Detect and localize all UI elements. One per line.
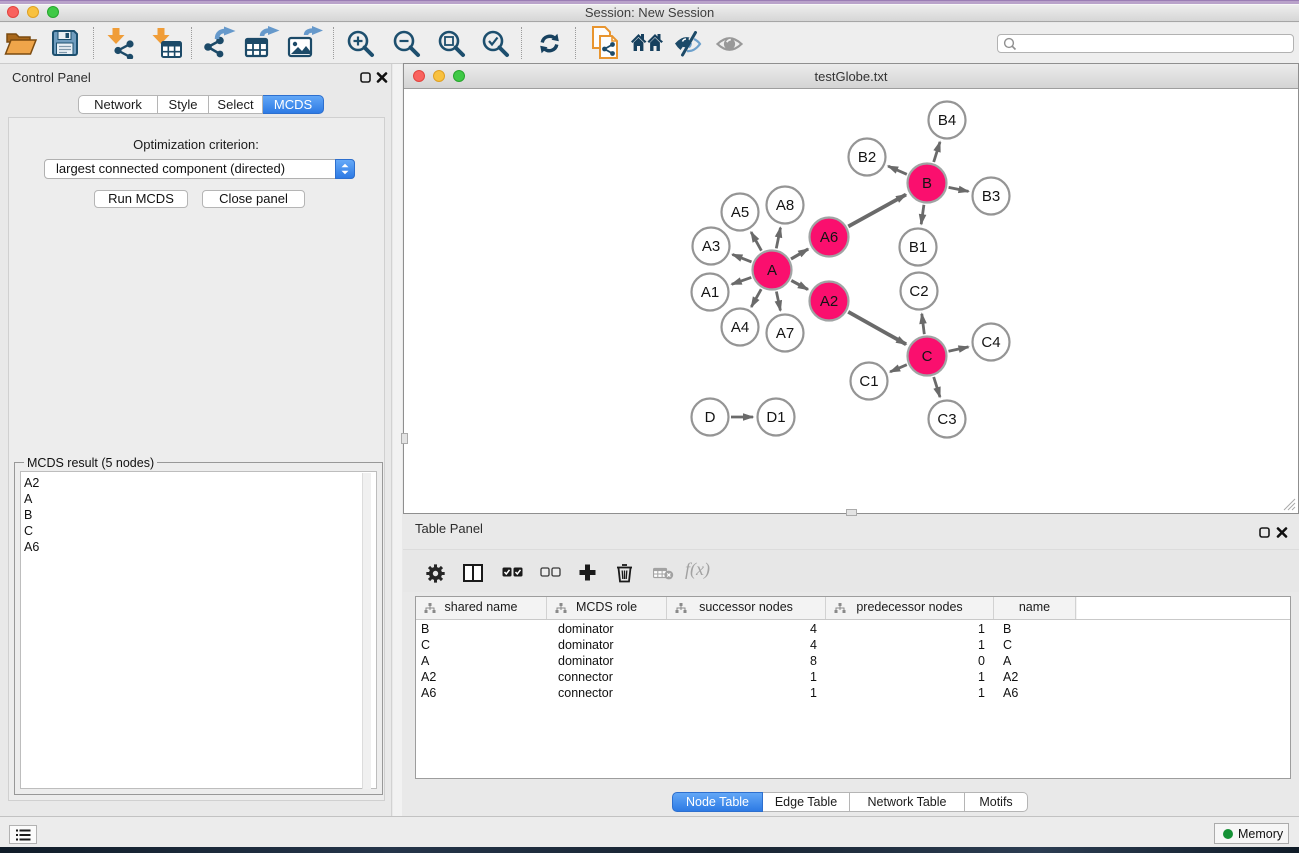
svg-text:C: C [922,348,933,365]
svg-text:C4: C4 [981,334,1000,351]
svg-text:A6: A6 [820,229,838,246]
svg-text:C3: C3 [937,411,956,428]
svg-text:D1: D1 [766,409,785,426]
svg-text:B4: B4 [938,112,956,129]
svg-text:A3: A3 [702,238,720,255]
svg-text:B1: B1 [909,239,927,256]
svg-text:C1: C1 [859,373,878,390]
svg-text:A5: A5 [731,204,749,221]
svg-text:C2: C2 [909,283,928,300]
svg-text:A4: A4 [731,319,749,336]
svg-text:B2: B2 [858,149,876,166]
svg-text:A: A [767,262,777,279]
svg-text:A1: A1 [701,284,719,301]
svg-text:D: D [705,409,716,426]
svg-text:A2: A2 [820,293,838,310]
svg-text:B3: B3 [982,188,1000,205]
svg-text:A8: A8 [776,197,794,214]
svg-text:B: B [922,175,932,192]
svg-text:A7: A7 [776,325,794,342]
